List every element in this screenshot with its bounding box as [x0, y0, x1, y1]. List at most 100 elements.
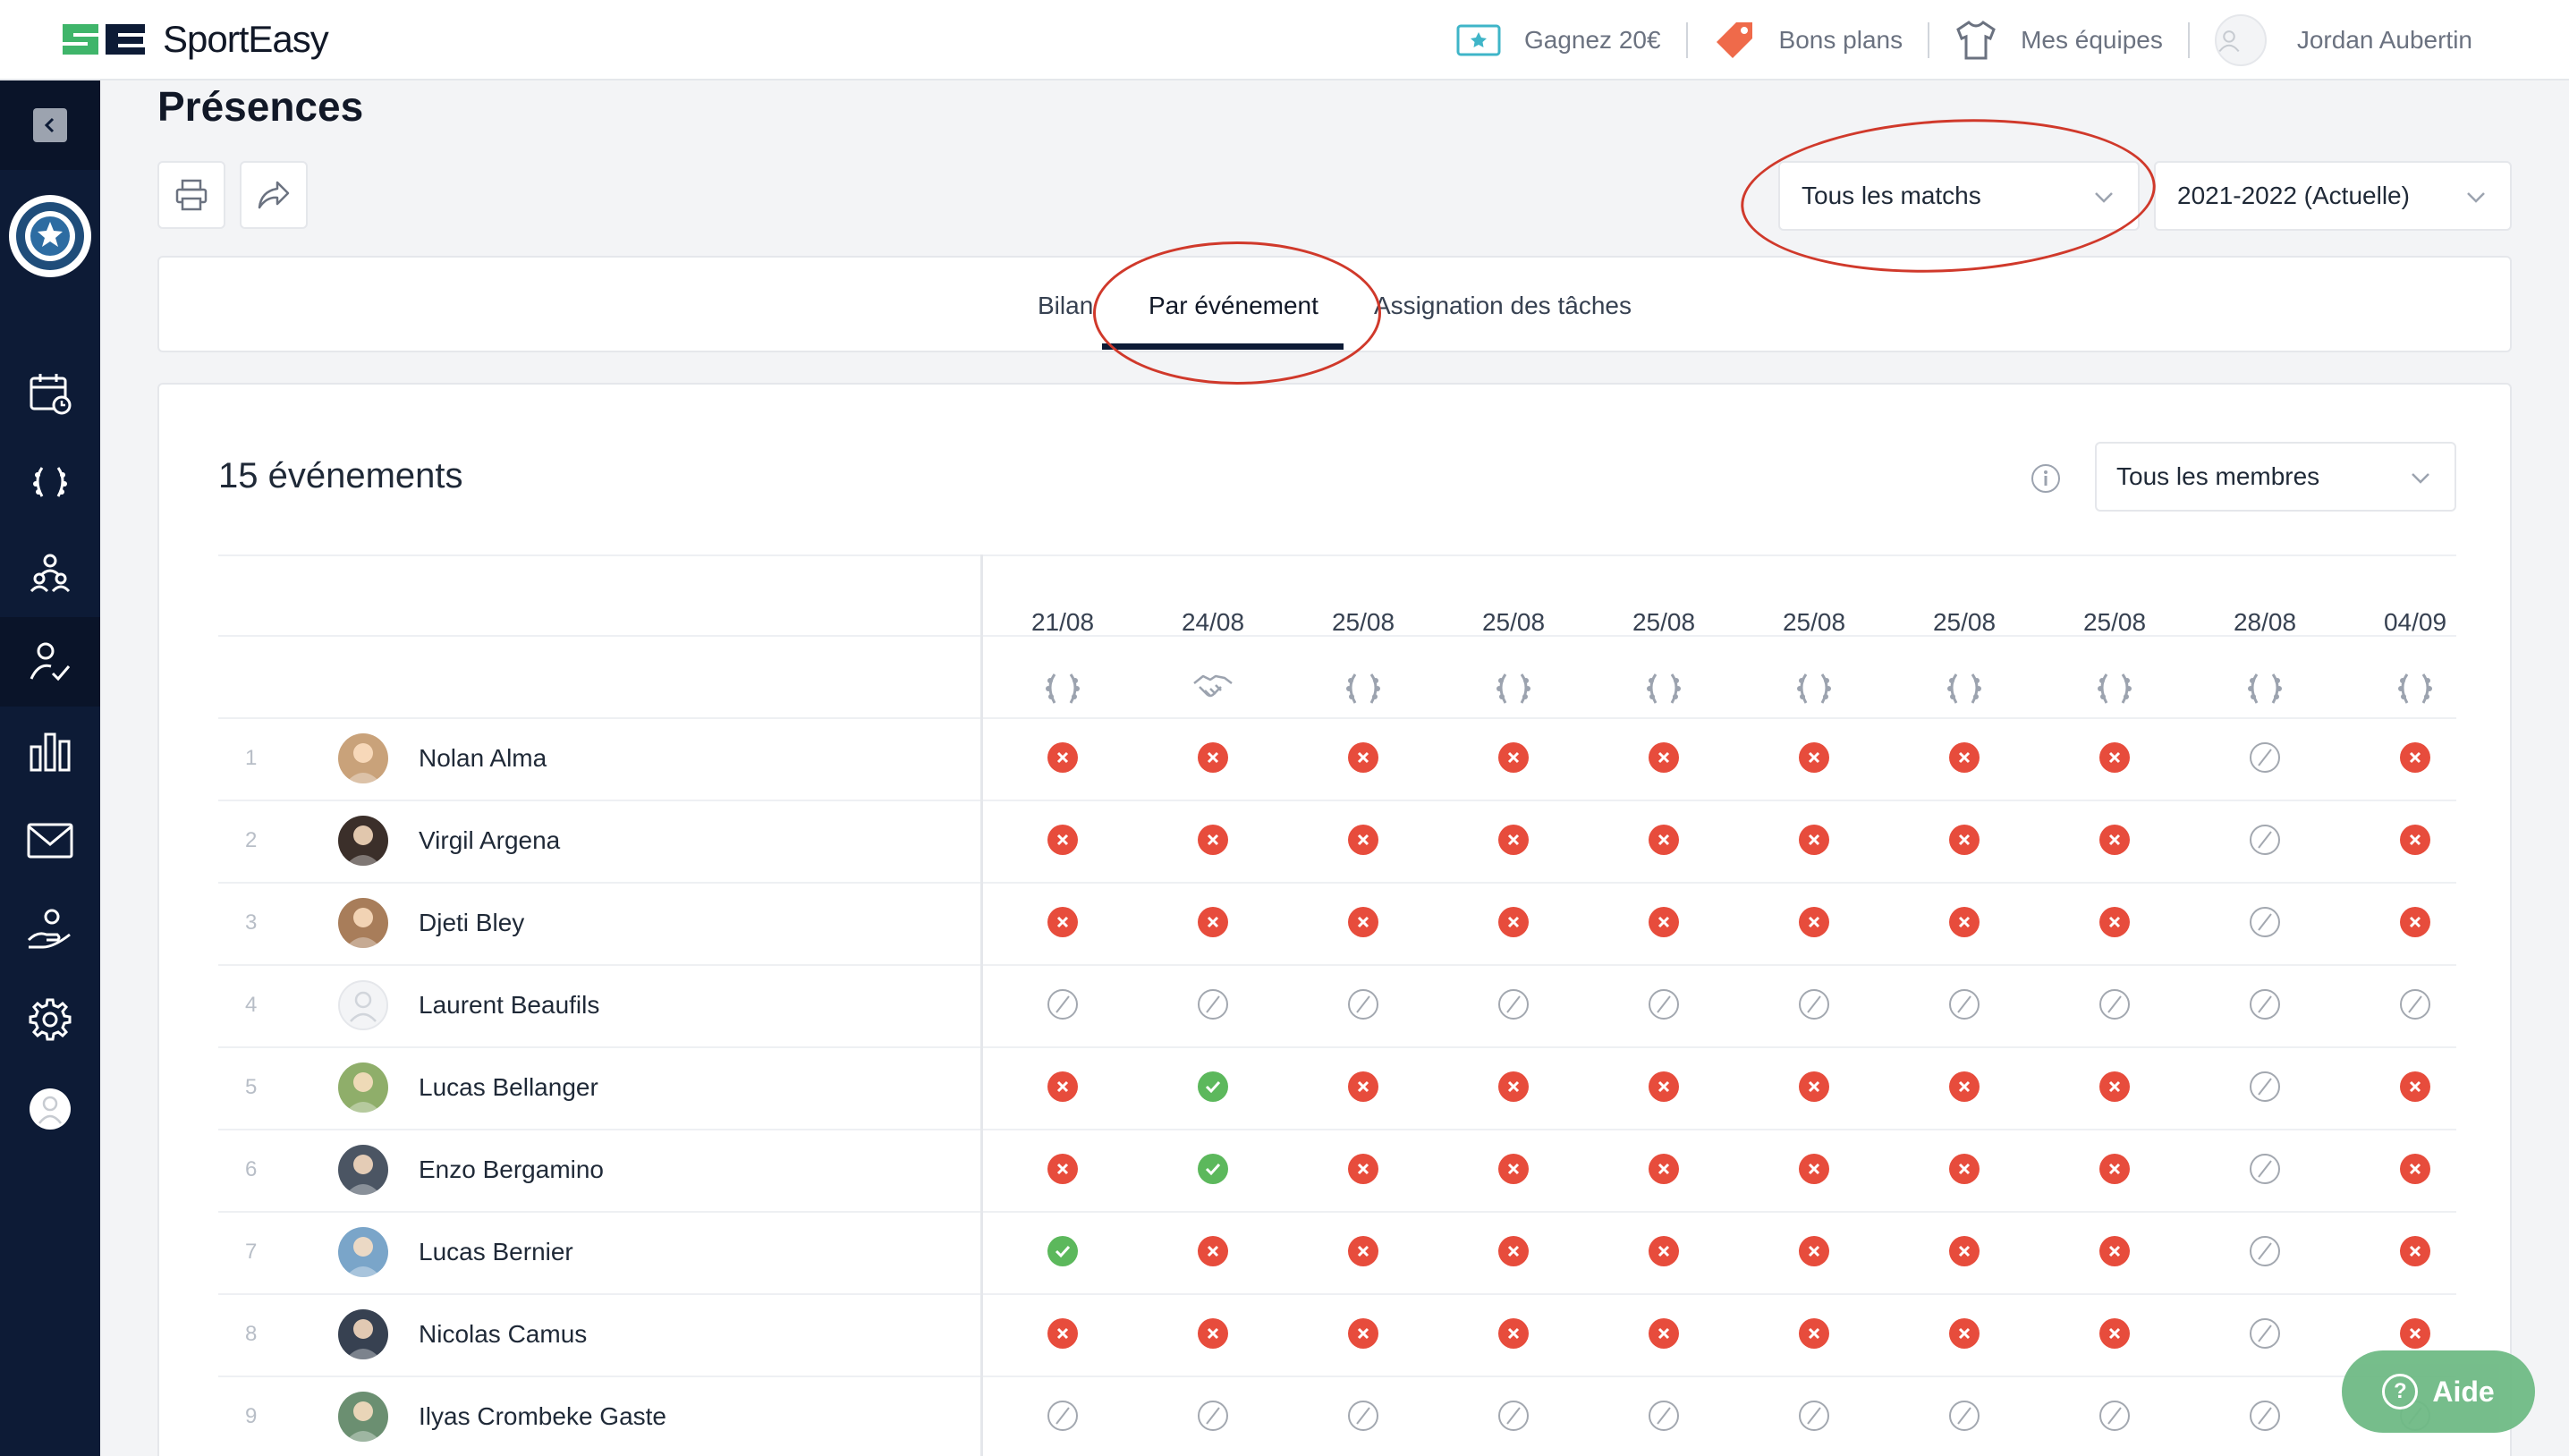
attendance-cell[interactable]	[1589, 825, 1739, 855]
help-button[interactable]: ? Aide	[2342, 1350, 2535, 1433]
attendance-cell[interactable]	[1589, 742, 1739, 773]
share-button[interactable]	[240, 161, 308, 229]
event-date-header[interactable]: 25/08	[1438, 608, 1589, 637]
member-avatar[interactable]	[338, 1145, 388, 1195]
attendance-cell[interactable]	[1589, 1236, 1739, 1266]
attendance-cell[interactable]	[1589, 1318, 1739, 1349]
attendance-cell[interactable]	[1138, 742, 1288, 773]
member-name[interactable]: Djeti Bley	[419, 909, 524, 937]
attendance-cell[interactable]	[1889, 1154, 2039, 1184]
attendance-cell[interactable]	[1739, 1236, 1889, 1266]
attendance-cell[interactable]	[1288, 825, 1438, 855]
attendance-cell[interactable]	[1138, 825, 1288, 855]
sidebar-item-profile[interactable]	[0, 1064, 100, 1154]
attendance-cell[interactable]	[1438, 825, 1589, 855]
attendance-cell[interactable]	[1739, 825, 1889, 855]
attendance-cell[interactable]	[1889, 1236, 2039, 1266]
attendance-cell[interactable]	[1739, 1318, 1889, 1349]
attendance-cell[interactable]	[2340, 825, 2456, 855]
tab-assignation[interactable]: Assignation des tâches	[1374, 292, 1632, 320]
attendance-cell[interactable]	[1138, 1236, 1288, 1266]
member-name[interactable]: Lucas Bernier	[419, 1238, 573, 1266]
attendance-cell[interactable]	[2190, 1318, 2340, 1349]
attendance-cell[interactable]	[2340, 742, 2456, 773]
attendance-cell[interactable]	[2039, 989, 2190, 1020]
members-filter-select[interactable]: Tous les membres	[2095, 442, 2456, 512]
attendance-cell[interactable]	[1288, 1401, 1438, 1431]
attendance-cell[interactable]	[1739, 907, 1889, 937]
attendance-cell[interactable]	[2039, 742, 2190, 773]
attendance-cell[interactable]	[1589, 989, 1739, 1020]
attendance-cell[interactable]	[1288, 1154, 1438, 1184]
attendance-cell[interactable]	[1138, 1071, 1288, 1102]
attendance-cell[interactable]	[988, 907, 1138, 937]
attendance-cell[interactable]	[1138, 1401, 1288, 1431]
info-icon[interactable]	[2031, 463, 2061, 494]
event-date-header[interactable]: 25/08	[1889, 608, 2039, 637]
attendance-cell[interactable]	[1589, 1071, 1739, 1102]
attendance-cell[interactable]	[1438, 1401, 1589, 1431]
event-date-header[interactable]: 25/08	[1589, 608, 1739, 637]
attendance-cell[interactable]	[2039, 1318, 2190, 1349]
attendance-cell[interactable]	[1739, 1154, 1889, 1184]
member-avatar[interactable]	[338, 898, 388, 948]
attendance-cell[interactable]	[1739, 1071, 1889, 1102]
print-button[interactable]	[157, 161, 225, 229]
deals-link[interactable]: Bons plans	[1685, 22, 1929, 58]
attendance-cell[interactable]	[1438, 1154, 1589, 1184]
user-menu[interactable]: Jordan Aubertin	[2187, 14, 2497, 66]
sidebar-item-stats[interactable]	[0, 707, 100, 796]
attendance-cell[interactable]	[1889, 742, 2039, 773]
attendance-cell[interactable]	[2039, 1071, 2190, 1102]
attendance-cell[interactable]	[2190, 1401, 2340, 1431]
attendance-cell[interactable]	[2190, 907, 2340, 937]
sidebar-item-settings[interactable]	[0, 975, 100, 1064]
attendance-cell[interactable]	[2340, 1071, 2456, 1102]
member-name[interactable]: Lucas Bellanger	[419, 1073, 598, 1102]
member-name[interactable]: Ilyas Crombeke Gaste	[419, 1402, 666, 1431]
attendance-cell[interactable]	[2190, 1071, 2340, 1102]
attendance-cell[interactable]	[2190, 1154, 2340, 1184]
attendance-cell[interactable]	[1138, 989, 1288, 1020]
member-name[interactable]: Nicolas Camus	[419, 1320, 587, 1349]
teams-link[interactable]: Mes équipes	[1928, 21, 2188, 60]
attendance-cell[interactable]	[2340, 1154, 2456, 1184]
attendance-cell[interactable]	[988, 989, 1138, 1020]
attendance-cell[interactable]	[1739, 1401, 1889, 1431]
attendance-cell[interactable]	[988, 1401, 1138, 1431]
member-avatar[interactable]	[338, 816, 388, 866]
attendance-cell[interactable]	[2190, 825, 2340, 855]
attendance-cell[interactable]	[988, 825, 1138, 855]
sidebar-collapse-button[interactable]	[0, 80, 100, 170]
season-select[interactable]: 2021-2022 (Actuelle)	[2154, 161, 2512, 231]
attendance-cell[interactable]	[988, 1071, 1138, 1102]
attendance-cell[interactable]	[1438, 1318, 1589, 1349]
attendance-cell[interactable]	[1288, 989, 1438, 1020]
attendance-cell[interactable]	[1288, 1071, 1438, 1102]
sidebar-item-calendar[interactable]	[0, 349, 100, 438]
member-avatar[interactable]	[338, 733, 388, 783]
attendance-cell[interactable]	[1889, 989, 2039, 1020]
attendance-cell[interactable]	[2340, 989, 2456, 1020]
sidebar-item-messages[interactable]	[0, 796, 100, 885]
event-date-header[interactable]: 25/08	[1739, 608, 1889, 637]
member-name[interactable]: Enzo Bergamino	[419, 1155, 604, 1184]
attendance-cell[interactable]	[1589, 907, 1739, 937]
member-avatar[interactable]	[338, 1227, 388, 1277]
attendance-cell[interactable]	[988, 1318, 1138, 1349]
member-name[interactable]: Laurent Beaufils	[419, 991, 599, 1020]
member-avatar[interactable]	[338, 980, 388, 1030]
tab-par-evenement[interactable]: Par événement	[1149, 292, 1318, 320]
event-date-header[interactable]: 21/08	[988, 608, 1138, 637]
attendance-cell[interactable]	[2190, 1236, 2340, 1266]
event-date-header[interactable]: 24/08	[1138, 608, 1288, 637]
attendance-cell[interactable]	[1138, 1154, 1288, 1184]
attendance-cell[interactable]	[1138, 907, 1288, 937]
sporteasy-logo[interactable]: SportEasy	[59, 13, 329, 66]
event-date-header[interactable]: 25/08	[2039, 608, 2190, 637]
attendance-cell[interactable]	[1889, 907, 2039, 937]
attendance-cell[interactable]	[2190, 742, 2340, 773]
attendance-cell[interactable]	[1138, 1318, 1288, 1349]
matches-filter-select[interactable]: Tous les matchs	[1778, 161, 2140, 231]
attendance-cell[interactable]	[1438, 989, 1589, 1020]
